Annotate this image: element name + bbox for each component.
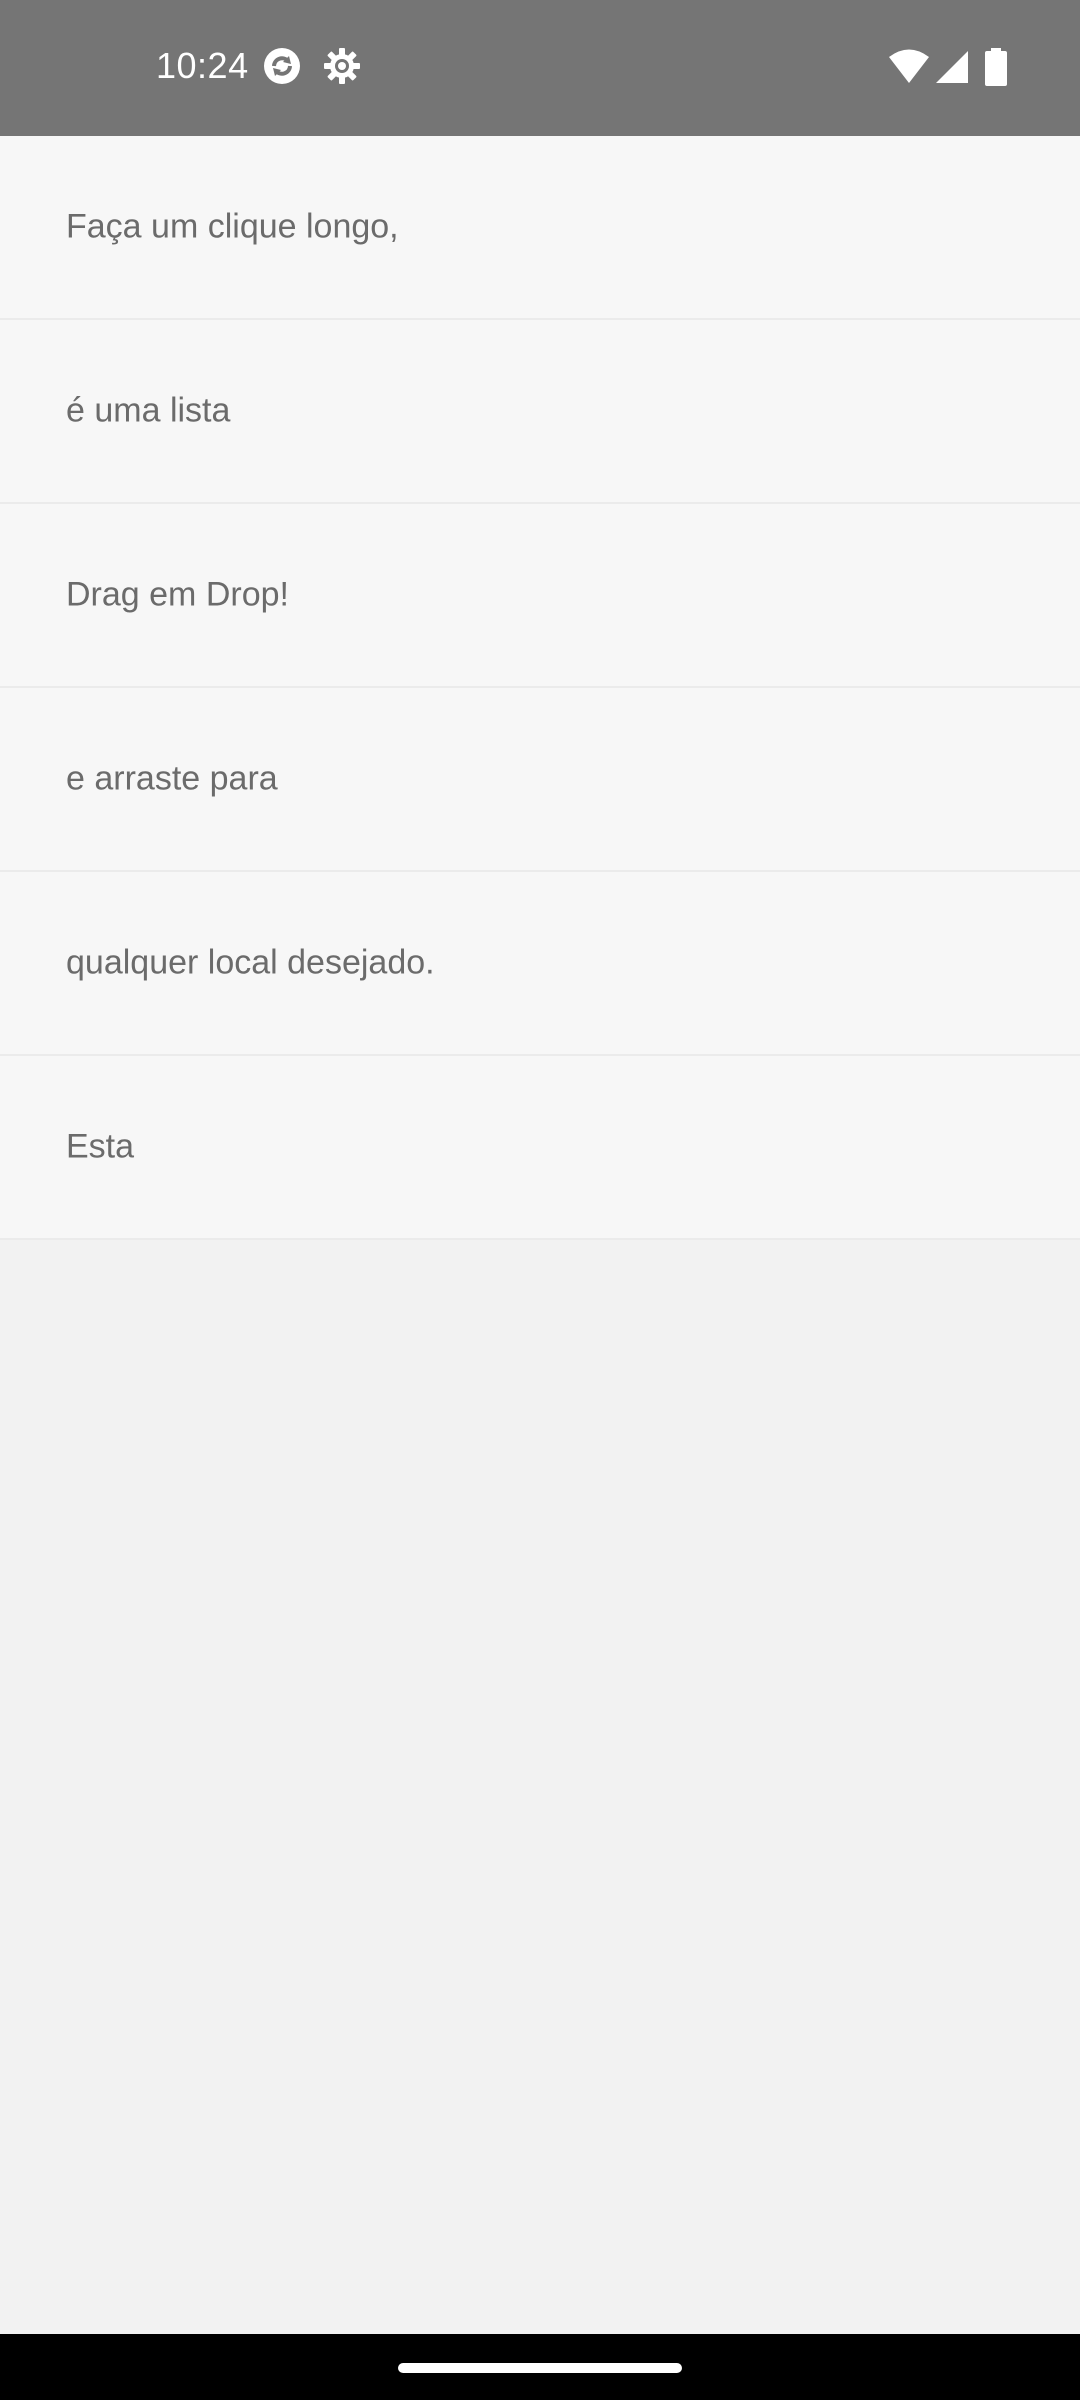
list-item[interactable]: Drag em Drop! xyxy=(0,504,1080,688)
list-item[interactable]: é uma lista xyxy=(0,320,1080,504)
home-gesture-handle[interactable] xyxy=(398,2363,682,2373)
settings-gear-icon xyxy=(322,46,362,86)
wifi-icon xyxy=(888,48,930,84)
list-item-label: qualquer local desejado. xyxy=(66,943,435,982)
drag-drop-list: Faça um clique longo, é uma lista Drag e… xyxy=(0,136,1080,1240)
navigation-bar xyxy=(0,2334,1080,2400)
list-item[interactable]: e arraste para xyxy=(0,688,1080,872)
list-item-label: Faça um clique longo, xyxy=(66,207,399,246)
list-item[interactable]: Esta xyxy=(0,1056,1080,1240)
status-time: 10:24 xyxy=(156,45,249,86)
list-item-label: e arraste para xyxy=(66,759,278,798)
list-item-label: Esta xyxy=(66,1127,135,1166)
list-item[interactable]: qualquer local desejado. xyxy=(0,872,1080,1056)
status-bar: 10:24 xyxy=(0,0,1080,136)
sync-icon xyxy=(262,46,302,86)
list-item[interactable]: Faça um clique longo, xyxy=(0,136,1080,320)
cellular-signal-icon xyxy=(935,50,969,84)
list-item-label: é uma lista xyxy=(66,391,231,430)
list-item-label: Drag em Drop! xyxy=(66,575,289,614)
battery-icon xyxy=(985,48,1007,86)
